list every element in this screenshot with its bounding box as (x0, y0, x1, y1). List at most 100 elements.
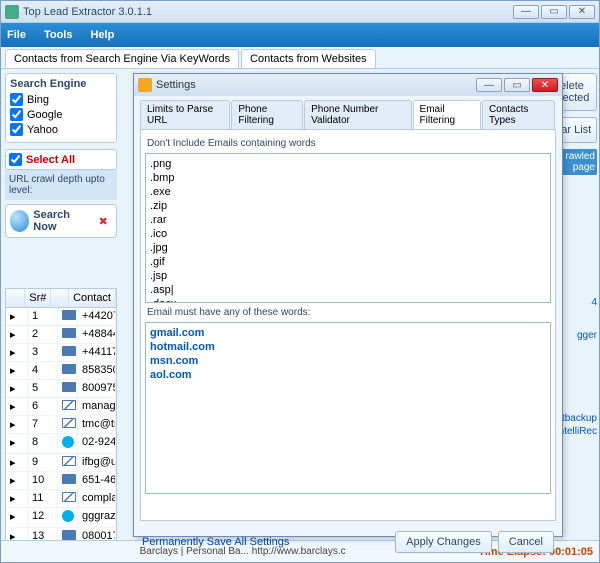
search-now-button[interactable]: Search Now ✖ (5, 204, 117, 238)
engine-yahoo[interactable]: Yahoo (10, 123, 112, 136)
contact-type-icon (62, 346, 76, 356)
exclude-words-textarea[interactable]: .png.bmp.exe.zip.rar.ico.jpg.gif.jsp.asp… (145, 153, 551, 303)
contact-type-icon (62, 310, 76, 320)
table-row[interactable]: ▸ 8 02-924169 (6, 434, 116, 454)
tab-phone-filtering[interactable]: Phone Filtering (231, 100, 303, 129)
settings-close-button[interactable]: ✕ (532, 78, 558, 92)
contact-type-icon (62, 492, 76, 502)
table-header: Sr# Contact (6, 289, 116, 308)
engine-bing[interactable]: Bing (10, 93, 112, 106)
contact-type-icon (62, 436, 74, 448)
settings-footer: Permanently Save All Settings Apply Chan… (134, 527, 562, 557)
settings-maximize-button[interactable]: ▭ (504, 78, 530, 92)
row-sr: 4 (28, 362, 58, 379)
row-contact: manager@ (78, 398, 116, 415)
table-row[interactable]: ▸ 5 800975-47 (6, 380, 116, 398)
settings-titlebar: Settings — ▭ ✕ (134, 74, 562, 96)
main-titlebar: Top Lead Extractor 3.0.1.1 — ▭ ✕ (1, 1, 599, 23)
row-contact: 800975-47 (78, 380, 116, 397)
main-window: Top Lead Extractor 3.0.1.1 — ▭ ✕ File To… (0, 0, 600, 563)
row-sr: 7 (28, 416, 58, 433)
cancel-button[interactable]: Cancel (498, 531, 554, 553)
row-sr: 6 (28, 398, 58, 415)
tab-limits[interactable]: Limits to Parse URL (140, 100, 230, 129)
bing-checkbox[interactable] (10, 93, 23, 106)
tab-websites[interactable]: Contacts from Websites (241, 49, 376, 68)
menu-tools[interactable]: Tools (44, 29, 73, 41)
settings-icon[interactable]: ✖ (94, 211, 112, 231)
table-row[interactable]: ▸ 3 +44117973 (6, 344, 116, 362)
app-title: Top Lead Extractor 3.0.1.1 (23, 6, 511, 18)
minimize-button[interactable]: — (513, 5, 539, 19)
contact-type-icon (62, 418, 76, 428)
engine-google[interactable]: Google (10, 108, 112, 121)
row-sr: 1 (28, 308, 58, 325)
table-row[interactable]: ▸ 11 complaint.i (6, 490, 116, 508)
row-contact: +44207601 (78, 308, 116, 325)
menu-file[interactable]: File (7, 29, 26, 41)
table-row[interactable]: ▸ 1 +44207601 (6, 308, 116, 326)
yahoo-checkbox[interactable] (10, 123, 23, 136)
app-icon (5, 5, 19, 19)
select-all[interactable]: Select All (5, 149, 117, 170)
row-contact: gggraziano (78, 508, 116, 527)
row-contact: tmc@tmcn (78, 416, 116, 433)
contact-type-icon (62, 382, 76, 392)
globe-icon (10, 210, 29, 232)
contact-type-icon (62, 510, 74, 522)
contact-type-icon (62, 364, 76, 374)
row-contact: 651-462-41 (78, 472, 116, 489)
main-tabbar: Contacts from Search Engine Via KeyWords… (1, 47, 599, 69)
menu-help[interactable]: Help (90, 29, 114, 41)
settings-tabs: Limits to Parse URL Phone Filtering Phon… (134, 96, 562, 129)
settings-minimize-button[interactable]: — (476, 78, 502, 92)
row-sr: 9 (28, 454, 58, 471)
select-all-checkbox[interactable] (9, 153, 22, 166)
menubar: File Tools Help (1, 23, 599, 47)
tab-contacts-types[interactable]: Contacts Types (482, 100, 555, 129)
table-row[interactable]: ▸ 12 gggraziano (6, 508, 116, 528)
row-sr: 5 (28, 380, 58, 397)
row-sr: 2 (28, 326, 58, 343)
include-words-textarea[interactable]: gmail.comhotmail.commsn.comaol.com (145, 322, 551, 494)
results-table: Sr# Contact ▸ 1 +44207601 ▸ 2 +48844736 … (5, 288, 117, 548)
row-contact: ifbg@uni-g (78, 454, 116, 471)
contact-type-icon (62, 328, 76, 338)
col-sr[interactable]: Sr# (25, 289, 51, 307)
table-row[interactable]: ▸ 7 tmc@tmcn (6, 416, 116, 434)
tab-phone-validator[interactable]: Phone Number Validator (304, 100, 411, 129)
exclude-label: Don't Include Emails containing words (147, 138, 549, 149)
row-sr: 11 (28, 490, 58, 507)
tab-search-engine[interactable]: Contacts from Search Engine Via KeyWords (5, 49, 239, 68)
close-button[interactable]: ✕ (569, 5, 595, 19)
search-now-label: Search Now (33, 209, 88, 233)
row-contact: 02-924169 (78, 434, 116, 453)
row-sr: 10 (28, 472, 58, 489)
google-checkbox[interactable] (10, 108, 23, 121)
contact-type-icon (62, 400, 76, 410)
apply-changes-button[interactable]: Apply Changes (395, 531, 492, 553)
col-contact[interactable]: Contact (69, 289, 116, 307)
contact-type-icon (62, 456, 76, 466)
panel-title: Search Engine (10, 78, 112, 90)
row-contact: +48844736 (78, 326, 116, 343)
row-contact: complaint.i (78, 490, 116, 507)
table-row[interactable]: ▸ 6 manager@ (6, 398, 116, 416)
table-row[interactable]: ▸ 4 858350-62 (6, 362, 116, 380)
include-label: Email must have any of these words: (147, 307, 549, 318)
settings-dialog: Settings — ▭ ✕ Limits to Parse URL Phone… (133, 73, 563, 537)
tab-email-filtering[interactable]: Email Filtering (413, 100, 481, 129)
table-row[interactable]: ▸ 2 +48844736 (6, 326, 116, 344)
settings-body: Don't Include Emails containing words .p… (140, 129, 556, 521)
contact-type-icon (62, 474, 76, 484)
crawl-depth-label: URL crawl depth upto level: (5, 170, 117, 200)
table-row[interactable]: ▸ 10 651-462-41 (6, 472, 116, 490)
search-engine-panel: Search Engine Bing Google Yahoo (5, 73, 117, 143)
left-column: Search Engine Bing Google Yahoo Select A… (1, 69, 121, 561)
maximize-button[interactable]: ▭ (541, 5, 567, 19)
contact-type-icon (62, 530, 76, 540)
save-settings-link[interactable]: Permanently Save All Settings (142, 536, 289, 548)
row-contact: +44117973 (78, 344, 116, 361)
row-sr: 3 (28, 344, 58, 361)
table-row[interactable]: ▸ 9 ifbg@uni-g (6, 454, 116, 472)
